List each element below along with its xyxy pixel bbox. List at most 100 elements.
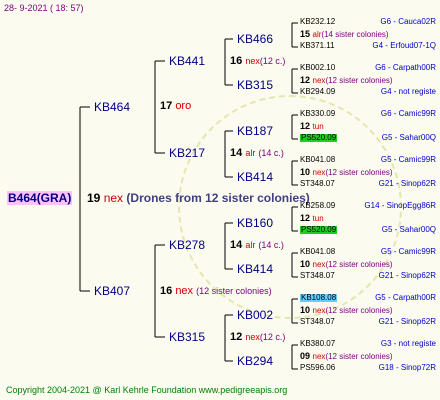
- g4-queen-id[interactable]: KB041.08: [300, 156, 335, 164]
- g4-sister-colonies: (12 sister colonies): [325, 352, 393, 361]
- g4-sister-colonies: (12 sister colonies): [325, 260, 393, 269]
- g2-mark: alr: [245, 240, 256, 250]
- g2-count: 16: [230, 55, 243, 67]
- g2-sister-colonies: (12 c.): [259, 332, 286, 342]
- g4-queen-id[interactable]: KB258.09: [300, 202, 335, 210]
- g4-queen-line: G5 - Camic99R: [380, 155, 436, 164]
- g4-count: 10: [300, 167, 311, 177]
- g2-node[interactable]: KB315: [169, 331, 205, 343]
- g2-info: 16 nex(12 c.): [230, 56, 285, 67]
- g4-count: 12: [300, 213, 311, 223]
- g1-info: 16 nex (12 sister colonies): [160, 286, 272, 297]
- g4-drone-id[interactable]: ST348.07: [300, 272, 335, 280]
- g4-count: 12: [300, 121, 311, 131]
- g4-count: 12: [300, 75, 311, 85]
- g1-node[interactable]: KB464: [94, 101, 130, 113]
- g2-node[interactable]: KB278: [169, 239, 205, 251]
- g4-drone-id[interactable]: PS520.09: [300, 226, 338, 234]
- g4-queen-line: G5 - Camic99R: [380, 247, 436, 256]
- g4-count: 15: [300, 29, 311, 39]
- g4-queen-id[interactable]: KB002.10: [300, 64, 335, 72]
- g3-node[interactable]: KB187: [237, 125, 273, 137]
- g4-mark: nex: [312, 260, 326, 269]
- root-count: 19: [87, 191, 101, 205]
- g4-drone-id[interactable]: ST348.07: [300, 318, 335, 326]
- g4-mark: nex: [312, 76, 326, 85]
- g4-sister-colonies: (12 sister colonies): [325, 76, 393, 85]
- g4-drone-line: G21 - Sinop62R: [378, 179, 436, 188]
- root-queen[interactable]: B464(GRA): [7, 191, 73, 205]
- g4-queen-line: G5 - Carpath00R: [375, 293, 436, 302]
- g2-node[interactable]: KB441: [169, 55, 205, 67]
- pedigree-page: 28- 9-2021 ( 18: 57) B464(GRA) 19 nex (D…: [0, 0, 440, 400]
- g3-node[interactable]: KB160: [237, 217, 273, 229]
- g4-info: 12 tun: [300, 214, 324, 223]
- g4-drone-id[interactable]: ST348.07: [300, 180, 335, 188]
- g2-count: 14: [230, 147, 243, 159]
- root-info: 19 nex (Drones from 12 sister colonies): [87, 192, 310, 204]
- g2-count: 14: [230, 239, 243, 251]
- g2-node[interactable]: KB217: [169, 147, 205, 159]
- g1-count: 17: [160, 100, 173, 112]
- g1-info: 17 oro: [160, 101, 191, 112]
- g3-node[interactable]: KB466: [237, 33, 273, 45]
- g1-mark: nex: [175, 285, 194, 297]
- g4-info: 15 alr(14 sister colonies): [300, 30, 389, 39]
- g4-drone-line: G21 - Sinop62R: [378, 271, 436, 280]
- g3-node[interactable]: KB315: [237, 79, 273, 91]
- g1-mark: oro: [175, 100, 192, 112]
- g3-node[interactable]: KB414: [237, 171, 273, 183]
- g4-info: 12 tun: [300, 122, 324, 131]
- g4-sister-colonies: (12 sister colonies): [325, 306, 393, 315]
- g4-queen-id[interactable]: KB330.09: [300, 110, 335, 118]
- root-description: (Drones from 12 sister colonies): [126, 191, 310, 205]
- g4-queen-line: G6 - Cauca02R: [380, 17, 436, 26]
- g2-count: 12: [230, 331, 243, 343]
- g4-sister-colonies: (12 sister colonies): [325, 168, 393, 177]
- g4-mark: nex: [312, 168, 326, 177]
- g1-node[interactable]: KB407: [94, 285, 130, 297]
- g4-queen-id[interactable]: KB108.08: [300, 294, 338, 302]
- g4-queen-id[interactable]: KB232.12: [300, 18, 335, 26]
- g4-queen-id[interactable]: KB041.08: [300, 248, 335, 256]
- g3-node[interactable]: KB294: [237, 355, 273, 367]
- g2-info: 14 alr (14 c.): [230, 148, 284, 159]
- g4-info: 12 nex(12 sister colonies): [300, 76, 393, 85]
- g4-info: 10 nex(12 sister colonies): [300, 168, 393, 177]
- g4-count: 10: [300, 305, 311, 315]
- g4-queen-id[interactable]: KB380.07: [300, 340, 335, 348]
- g4-drone-id[interactable]: KB371.11: [300, 42, 335, 50]
- g4-count: 09: [300, 351, 311, 361]
- g4-drone-line: G4 - Erfoud07-1Q: [372, 41, 436, 50]
- g3-node[interactable]: KB002: [237, 309, 273, 321]
- copyright-footer: Copyright 2004-2021 @ Karl Kehrle Founda…: [6, 385, 288, 395]
- g4-queen-line: G3 - not registe: [380, 339, 436, 348]
- g2-mark: nex: [245, 56, 260, 66]
- g4-drone-line: G4 - not registe: [380, 87, 436, 96]
- g4-queen-line: G14 - SinopEgg86R: [364, 201, 436, 210]
- g4-mark: nex: [312, 352, 326, 361]
- g4-sister-colonies: (14 sister colonies): [321, 30, 389, 39]
- root-mark: nex: [103, 191, 124, 205]
- g4-drone-id[interactable]: PS596.06: [300, 364, 335, 372]
- g4-info: 09 nex(12 sister colonies): [300, 352, 393, 361]
- g4-drone-line: G5 - Sahar00Q: [381, 133, 436, 142]
- g2-sister-colonies: (14 c.): [258, 148, 284, 158]
- g4-mark: tun: [312, 214, 324, 223]
- g4-info: 10 nex(12 sister colonies): [300, 260, 393, 269]
- g4-drone-id[interactable]: PS520.09: [300, 134, 338, 142]
- g4-count: 10: [300, 259, 311, 269]
- g2-sister-colonies: (12 c.): [259, 56, 286, 66]
- g4-drone-line: G5 - Sahar00Q: [381, 225, 436, 234]
- g4-drone-id[interactable]: KB294.09: [300, 88, 335, 96]
- g4-queen-line: G6 - Carpath00R: [375, 63, 436, 72]
- g1-count: 16: [160, 285, 173, 297]
- g4-queen-line: G6 - Camic99R: [380, 109, 436, 118]
- g2-mark: alr: [245, 148, 256, 158]
- g4-info: 10 nex(12 sister colonies): [300, 306, 393, 315]
- g2-info: 12 nex(12 c.): [230, 332, 285, 343]
- g2-info: 14 alr (14 c.): [230, 240, 284, 251]
- g1-sister-colonies: (12 sister colonies): [196, 286, 272, 296]
- g4-drone-line: G21 - Sinop62R: [378, 317, 436, 326]
- g3-node[interactable]: KB414: [237, 263, 273, 275]
